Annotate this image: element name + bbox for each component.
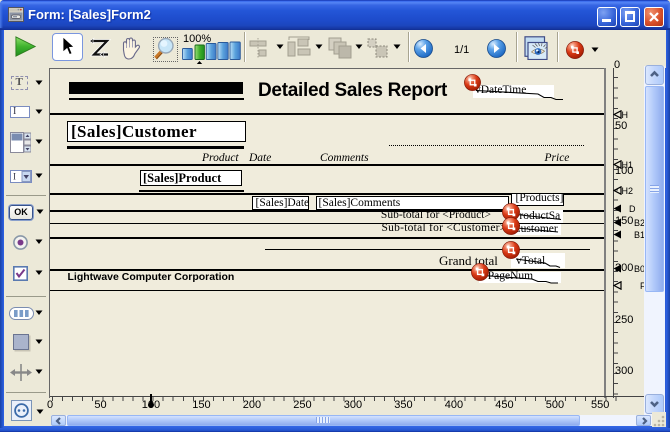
svg-text:I: I (13, 172, 16, 182)
